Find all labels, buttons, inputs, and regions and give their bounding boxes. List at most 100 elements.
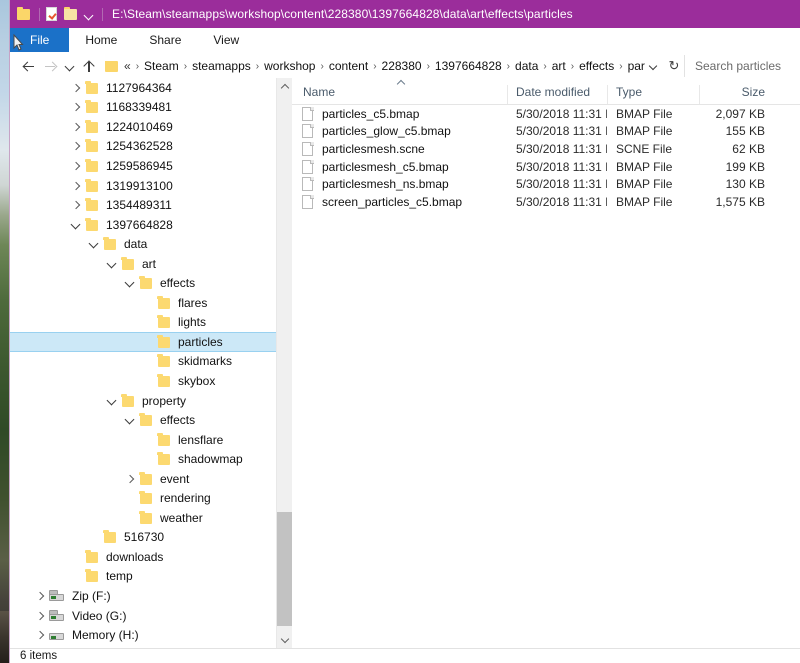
tree-item-lights[interactable]: lights	[10, 313, 292, 333]
file-size-cell: 199 KB	[725, 159, 765, 174]
tree-item-data[interactable]: data	[10, 234, 292, 254]
breadcrumb-item[interactable]: Steam	[144, 59, 179, 73]
tree-item-effects[interactable]: effects	[10, 410, 292, 430]
scroll-down-icon[interactable]	[277, 631, 292, 648]
tree-item-event[interactable]: event	[10, 469, 292, 489]
breadcrumb-item[interactable]: workshop	[264, 59, 315, 73]
column-header-type[interactable]: Type	[607, 85, 699, 104]
tree-item-weather[interactable]: weather	[10, 508, 292, 528]
file-row[interactable]: particles_glow_c5.bmap 5/30/2018 11:31 PM…	[292, 123, 800, 141]
refresh-icon[interactable]: ↻	[664, 56, 684, 76]
breadcrumb-item[interactable]: particles	[628, 59, 645, 73]
tree-item-shadowmap[interactable]: shadowmap	[10, 449, 292, 469]
tree-item-temp[interactable]: temp	[10, 567, 292, 587]
up-arrow-icon[interactable]	[78, 55, 100, 77]
folder-icon	[156, 334, 172, 350]
column-header-name[interactable]: Name	[292, 85, 507, 104]
recent-locations-icon[interactable]	[62, 55, 78, 77]
tree-item-1397664828[interactable]: 1397664828	[10, 215, 292, 235]
tree-item-downloads[interactable]: downloads	[10, 547, 292, 567]
chevron-down-icon[interactable]	[122, 412, 138, 428]
chevron-right-icon[interactable]	[32, 627, 48, 643]
tree-item-516730[interactable]: 516730	[10, 528, 292, 548]
tree-item-rendering[interactable]: rendering	[10, 488, 292, 508]
tree-item-1127964364[interactable]: 1127964364	[10, 78, 292, 98]
file-row[interactable]: particlesmesh_ns.bmap 5/30/2018 11:31 PM B…	[292, 175, 800, 193]
search-input[interactable]	[693, 58, 796, 74]
chevron-down-icon[interactable]	[645, 56, 663, 76]
chevron-right-icon[interactable]	[68, 80, 84, 96]
forward-arrow-icon[interactable]	[40, 55, 62, 77]
tree-item-lensflare[interactable]: lensflare	[10, 430, 292, 450]
chevron-down-icon[interactable]	[68, 217, 84, 233]
chevron-down-icon[interactable]	[104, 393, 120, 409]
breadcrumb-item[interactable]: 228380	[382, 59, 422, 73]
tree-item-flares[interactable]: flares	[10, 293, 292, 313]
tab-home[interactable]: Home	[69, 28, 133, 52]
breadcrumb-item[interactable]: effects	[579, 59, 614, 73]
breadcrumb-overflow[interactable]: «	[124, 59, 131, 73]
breadcrumb[interactable]: « › Steam › steamapps › workshop › content › 2283…	[100, 55, 664, 77]
breadcrumb-item[interactable]: 1397664828	[435, 59, 502, 73]
file-row[interactable]: particles_c5.bmap 5/30/2018 11:31 PM BMAP …	[292, 105, 800, 123]
tree-item-art[interactable]: art	[10, 254, 292, 274]
chevron-right-icon[interactable]	[32, 608, 48, 624]
tree-item-1354489311[interactable]: 1354489311	[10, 195, 292, 215]
tree-item-effects[interactable]: effects	[10, 273, 292, 293]
breadcrumb-item[interactable]: steamapps	[192, 59, 251, 73]
tree-item-1319913100[interactable]: 1319913100	[10, 176, 292, 196]
chevron-right-icon[interactable]	[68, 99, 84, 115]
folder-icon	[138, 412, 154, 428]
column-header-date-modified[interactable]: Date modified	[507, 85, 607, 104]
tree-item-memory-h[interactable]: Memory (H:)	[10, 625, 292, 645]
search-box[interactable]	[684, 55, 796, 77]
breadcrumb-item[interactable]: content	[329, 59, 368, 73]
tree-item-skybox[interactable]: skybox	[10, 371, 292, 391]
chevron-right-icon[interactable]	[68, 138, 84, 154]
scroll-up-icon[interactable]	[277, 78, 292, 95]
chevron-right-icon[interactable]	[68, 119, 84, 135]
tree-item-1254362528[interactable]: 1254362528	[10, 137, 292, 157]
chevron-right-icon[interactable]	[68, 178, 84, 194]
tree-item-1168339481[interactable]: 1168339481	[10, 98, 292, 118]
tab-view[interactable]: View	[197, 28, 255, 52]
tree-item-particles[interactable]: particles	[10, 332, 292, 352]
chevron-right-icon[interactable]	[68, 158, 84, 174]
tree-item-1224010469[interactable]: 1224010469	[10, 117, 292, 137]
nav-pane-scrollbar[interactable]	[276, 78, 292, 648]
tree-item-1259586945[interactable]: 1259586945	[10, 156, 292, 176]
file-row[interactable]: particlesmesh_c5.bmap 5/30/2018 11:31 PM B…	[292, 158, 800, 176]
tree-item-skidmarks[interactable]: skidmarks	[10, 352, 292, 372]
chevron-right-icon[interactable]	[122, 471, 138, 487]
breadcrumb-item[interactable]: art	[552, 59, 566, 73]
chevron-down-icon[interactable]	[82, 6, 96, 22]
chevron-right-icon[interactable]	[32, 588, 48, 604]
properties-icon[interactable]	[44, 6, 60, 22]
tree-item-zip-f[interactable]: Zip (F:)	[10, 586, 292, 606]
column-header-size[interactable]: Size	[699, 85, 777, 104]
tree-twisty-spacer	[122, 510, 138, 526]
breadcrumb-item[interactable]: data	[515, 59, 538, 73]
tree-twisty-spacer	[140, 432, 156, 448]
chevron-down-icon[interactable]	[122, 275, 138, 291]
folder-icon[interactable]	[16, 6, 32, 22]
tree-item-video-g[interactable]: Video (G:)	[10, 606, 292, 626]
file-row[interactable]: screen_particles_c5.bmap 5/30/2018 11:31 …	[292, 193, 800, 211]
tree-item-label: effects	[160, 413, 196, 428]
new-folder-icon[interactable]	[63, 6, 79, 22]
chevron-down-icon[interactable]	[104, 256, 120, 272]
chevron-down-icon[interactable]	[86, 236, 102, 252]
tab-share[interactable]: Share	[133, 28, 197, 52]
tab-file[interactable]: File	[10, 28, 70, 52]
back-arrow-icon[interactable]	[18, 55, 40, 77]
tree-item-property[interactable]: property	[10, 391, 292, 411]
scrollbar-thumb[interactable]	[277, 512, 292, 626]
chevron-right-icon[interactable]	[68, 197, 84, 213]
file-row[interactable]: particlesmesh.scne 5/30/2018 11:31 PM SCNE…	[292, 140, 800, 158]
file-type-cell: BMAP File	[616, 159, 673, 174]
file-date-modified-cell: 5/30/2018 11:31 PM	[516, 124, 607, 139]
